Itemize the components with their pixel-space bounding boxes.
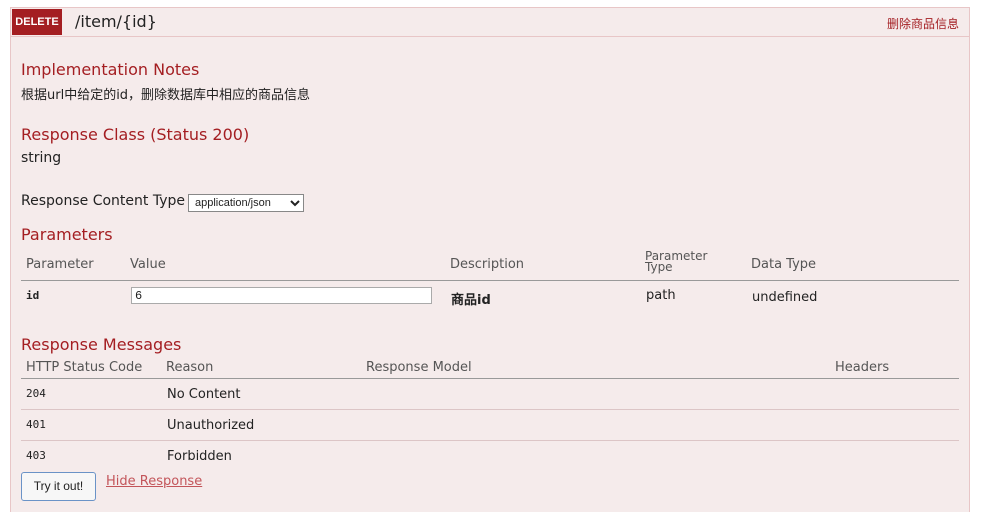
parameters-heading: Parameters	[21, 225, 113, 244]
param-col-parameter-type-line2: Type	[645, 260, 673, 274]
param-type: path	[646, 288, 676, 303]
param-header-rule	[21, 280, 959, 281]
response-class-type: string	[21, 150, 62, 166]
resp-reason-403: Forbidden	[167, 449, 232, 464]
resp-code-204: 204	[26, 387, 46, 400]
implementation-notes-text: 根据url中给定的id，删除数据库中相应的商品信息	[21, 88, 311, 103]
param-col-description: Description	[450, 257, 525, 272]
resp-col-response-model: Response Model	[366, 360, 472, 375]
response-content-type-select[interactable]: application/json	[188, 194, 304, 212]
resp-code-401: 401	[26, 418, 46, 431]
resp-row-divider	[21, 409, 959, 410]
http-method-badge[interactable]: DELETE	[12, 9, 62, 35]
hide-response-link[interactable]: Hide Response	[106, 474, 202, 489]
param-name: id	[26, 289, 40, 302]
try-it-out-button[interactable]: Try it out!	[21, 472, 96, 501]
param-description: 商品id	[451, 293, 491, 308]
param-col-parameter: Parameter	[26, 257, 94, 272]
implementation-notes-heading: Implementation Notes	[21, 60, 200, 79]
response-messages-heading: Response Messages	[21, 335, 182, 354]
param-col-data-type: Data Type	[751, 257, 817, 272]
operation-summary[interactable]: 删除商品信息	[887, 15, 959, 32]
resp-row-divider	[21, 440, 959, 441]
resp-col-reason: Reason	[166, 360, 214, 375]
resp-reason-401: Unauthorized	[167, 418, 255, 433]
response-content-type-label: Response Content Type	[21, 193, 185, 209]
response-class-heading: Response Class (Status 200)	[21, 125, 250, 144]
param-col-value: Value	[130, 257, 166, 272]
resp-col-status-code: HTTP Status Code	[26, 360, 143, 375]
param-data-type: undefined	[752, 290, 818, 305]
resp-code-403: 403	[26, 449, 46, 462]
param-col-parameter-type: Parameter Type	[645, 250, 707, 274]
endpoint-path[interactable]: /item/{id}	[75, 11, 157, 33]
resp-col-headers: Headers	[835, 360, 890, 375]
resp-reason-204: No Content	[167, 387, 241, 402]
operation-header[interactable]: DELETE /item/{id} 删除商品信息	[11, 8, 969, 37]
resp-header-rule	[21, 378, 959, 379]
param-value-input[interactable]	[131, 287, 432, 304]
operation-panel: DELETE /item/{id} 删除商品信息 Implementation …	[10, 7, 970, 512]
